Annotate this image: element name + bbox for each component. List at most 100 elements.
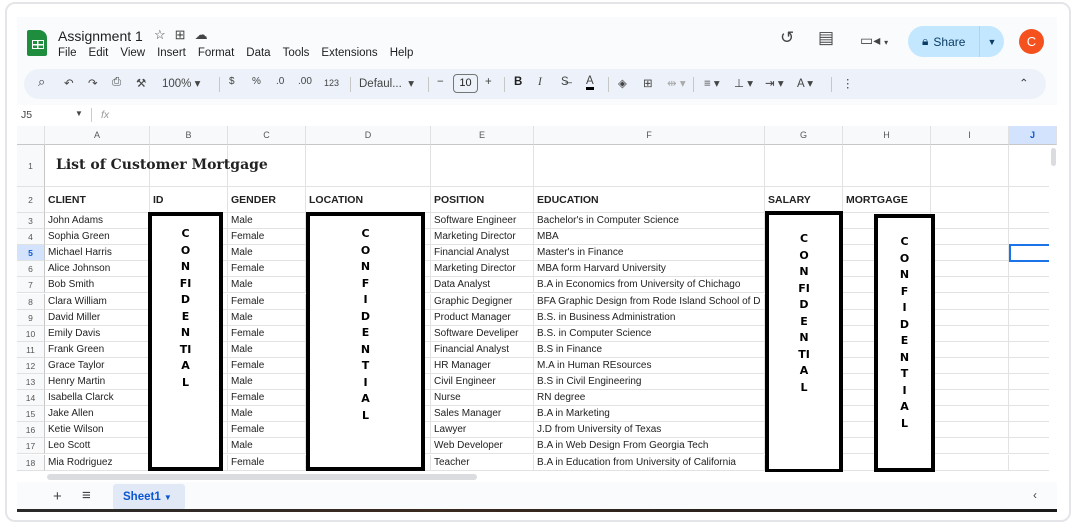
align-icon[interactable]: ≡ ▾ xyxy=(704,76,720,90)
cell[interactable] xyxy=(931,357,1009,374)
share-dropdown[interactable]: ▼ xyxy=(980,37,1004,47)
decrease-font-size-button[interactable]: − xyxy=(437,76,444,88)
cell[interactable] xyxy=(931,406,1009,423)
collapse-toolbar-icon[interactable]: ⌃ xyxy=(1019,76,1029,90)
row-header[interactable]: 14 xyxy=(17,390,45,407)
print-icon[interactable]: ⎙ xyxy=(112,76,121,89)
document-title[interactable]: Assignment 1 xyxy=(58,28,143,44)
cell[interactable] xyxy=(931,309,1009,326)
text-color-button[interactable]: A xyxy=(586,75,594,90)
menu-help[interactable]: Help xyxy=(390,47,414,59)
vertical-align-icon[interactable]: ⊥ ▾ xyxy=(734,76,753,90)
row-header[interactable]: 13 xyxy=(17,374,45,391)
redo-icon[interactable]: ↷ xyxy=(88,76,98,90)
name-box-dropdown-icon[interactable]: ▼ xyxy=(75,109,83,118)
borders-icon[interactable]: ⊞ xyxy=(643,76,653,90)
spreadsheet-grid[interactable]: A B C D E F G H I J 1 2 3 4 5 6 7 8 9 10 11 12 13 14 15 16 17 18 Lis… xyxy=(17,126,1057,472)
paint-format-icon[interactable]: ⚒ xyxy=(136,76,146,90)
font-size-input[interactable]: 10 xyxy=(453,74,478,93)
cell[interactable] xyxy=(534,229,765,246)
cell[interactable] xyxy=(931,422,1009,439)
text-wrap-icon[interactable]: ⇥ ▾ xyxy=(765,76,784,90)
increase-font-size-button[interactable]: + xyxy=(485,76,492,88)
column-header-h[interactable]: H xyxy=(843,126,931,145)
row-header[interactable]: 11 xyxy=(17,341,45,358)
cell[interactable] xyxy=(931,277,1009,294)
bold-button[interactable]: B xyxy=(514,76,522,88)
all-sheets-button[interactable]: ≡ xyxy=(82,487,91,504)
add-sheet-button[interactable]: + xyxy=(53,488,62,505)
cell[interactable] xyxy=(843,145,931,187)
column-header-b[interactable]: B xyxy=(150,126,228,145)
menu-extensions[interactable]: Extensions xyxy=(321,47,377,59)
cell[interactable] xyxy=(765,145,843,187)
percent-button[interactable]: % xyxy=(252,76,261,87)
undo-icon[interactable]: ↶ xyxy=(64,76,74,90)
star-icon[interactable]: ☆ xyxy=(154,27,175,42)
row-header[interactable]: 9 xyxy=(17,309,45,326)
menu-tools[interactable]: Tools xyxy=(283,47,310,59)
cell[interactable] xyxy=(431,145,534,187)
row-header[interactable]: 16 xyxy=(17,422,45,439)
cloud-status-icon[interactable]: ☁ xyxy=(195,27,217,42)
column-header-f[interactable]: F xyxy=(534,126,765,145)
row-header[interactable]: 15 xyxy=(17,406,45,423)
select-all-corner[interactable] xyxy=(17,126,45,145)
meet-icon[interactable]: ▭◂ ▾ xyxy=(860,32,888,49)
row-header[interactable]: 7 xyxy=(17,277,45,294)
row-header[interactable]: 17 xyxy=(17,438,45,455)
decrease-decimal-button[interactable]: .0 xyxy=(276,76,284,87)
column-header-d[interactable]: D xyxy=(306,126,431,145)
cell[interactable] xyxy=(931,374,1009,391)
sheets-logo[interactable] xyxy=(27,30,47,56)
version-history-icon[interactable]: ↺ xyxy=(780,28,794,48)
increase-decimal-button[interactable]: .00 xyxy=(298,76,312,87)
column-header-c[interactable]: C xyxy=(228,126,306,145)
menu-format[interactable]: Format xyxy=(198,47,234,59)
menu-insert[interactable]: Insert xyxy=(157,47,186,59)
explore-collapse-icon[interactable]: ‹ xyxy=(1033,488,1037,502)
cell[interactable] xyxy=(931,245,1009,262)
zoom-select[interactable]: 100% ▾ xyxy=(162,76,200,90)
cell[interactable] xyxy=(931,325,1009,342)
more-options-icon[interactable]: ⋮ xyxy=(842,76,854,90)
number-format-button[interactable]: 123 xyxy=(324,78,339,88)
vertical-scrollbar[interactable] xyxy=(1049,145,1057,472)
row-header[interactable]: 2 xyxy=(17,187,45,213)
italic-button[interactable]: I xyxy=(538,76,542,88)
cell[interactable] xyxy=(931,229,1009,246)
cell[interactable] xyxy=(931,213,1009,230)
cell[interactable] xyxy=(931,390,1009,407)
move-folder-icon[interactable]: ⊞ xyxy=(175,27,195,42)
menu-data[interactable]: Data xyxy=(246,47,270,59)
search-icon[interactable]: ⌕ xyxy=(38,74,45,90)
cell[interactable] xyxy=(931,454,1009,471)
currency-button[interactable]: $ xyxy=(229,76,235,87)
share-button[interactable]: 🔒︎ Share ▼ xyxy=(908,26,1004,57)
row-header[interactable]: 1 xyxy=(17,145,45,187)
cell[interactable] xyxy=(931,261,1009,278)
column-header-j[interactable]: J xyxy=(1009,126,1057,145)
column-header-e[interactable]: E xyxy=(431,126,534,145)
column-header-a[interactable]: A xyxy=(45,126,150,145)
avatar[interactable]: C xyxy=(1019,29,1044,54)
cell[interactable] xyxy=(931,293,1009,310)
cell[interactable] xyxy=(534,145,765,187)
strikethrough-icon[interactable]: S̶ xyxy=(561,76,569,88)
text-rotation-icon[interactable]: A ▾ xyxy=(797,76,813,90)
fill-color-icon[interactable]: ◈ xyxy=(618,76,627,90)
comments-icon[interactable]: ▤ xyxy=(818,28,834,48)
menu-edit[interactable]: Edit xyxy=(89,47,109,59)
column-header-g[interactable]: G xyxy=(765,126,843,145)
column-header-i[interactable]: I xyxy=(931,126,1009,145)
menu-view[interactable]: View xyxy=(120,47,145,59)
row-header[interactable]: 3 xyxy=(17,213,45,230)
font-select[interactable]: Defaul... ▾ xyxy=(359,76,414,90)
row-header[interactable]: 4 xyxy=(17,229,45,246)
row-header[interactable]: 10 xyxy=(17,325,45,342)
cell[interactable] xyxy=(931,187,1009,213)
cell[interactable] xyxy=(931,341,1009,358)
row-header[interactable]: 8 xyxy=(17,293,45,310)
name-box[interactable]: J5 xyxy=(21,109,32,121)
menu-file[interactable]: File xyxy=(58,47,77,59)
